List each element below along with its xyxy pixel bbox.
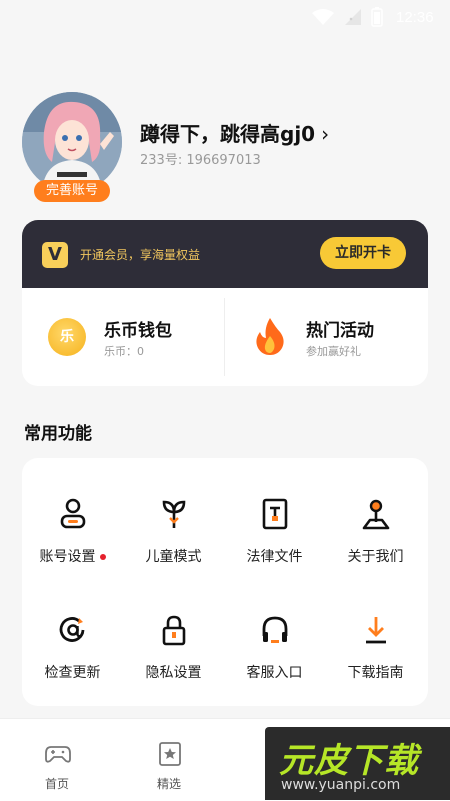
status-time: 12:36	[396, 9, 434, 26]
vip-logo-icon: V	[42, 242, 68, 268]
fire-icon	[256, 318, 284, 355]
avatar-image	[22, 92, 122, 192]
signal-icon	[345, 9, 361, 25]
profile-header: 完善账号 蹲得下，跳得高gj0 › 233号: 196697013	[22, 92, 432, 202]
star-bookmark-icon	[159, 742, 181, 766]
vip-text: 开通会员，享海量权益	[80, 248, 201, 262]
func-label: 检查更新	[44, 665, 101, 681]
func-label: 法律文件	[246, 549, 303, 565]
func-label: 下载指南	[347, 665, 404, 681]
notification-dot	[99, 554, 106, 560]
func-kids-mode[interactable]: 儿童模式	[123, 466, 224, 576]
func-label: 关于我们	[347, 549, 404, 565]
gamepad-icon	[45, 746, 71, 763]
status-bar: 12:36	[0, 0, 450, 36]
user-id: 233号: 196697013	[140, 153, 261, 168]
func-label: 客服入口	[246, 665, 303, 681]
complete-account-badge[interactable]: 完善账号	[34, 180, 110, 202]
username[interactable]: 蹲得下，跳得高gj0 ›	[140, 118, 329, 147]
nav-home[interactable]: 首页	[12, 719, 102, 801]
func-download-guide[interactable]: 下载指南	[325, 582, 426, 692]
open-vip-button[interactable]: 立即开卡	[320, 237, 406, 269]
vip-banner[interactable]: V 开通会员，享海量权益 立即开卡	[22, 220, 428, 288]
nav-label: 精选	[156, 777, 181, 791]
lock-icon	[162, 615, 186, 646]
coin-icon: 乐	[48, 318, 86, 356]
nav-featured[interactable]: 精选	[124, 719, 214, 801]
nav-label: 首页	[44, 777, 69, 791]
wallet-activity-card: 乐 乐币钱包 乐币：0 热门活动 参加赢好礼	[22, 288, 428, 386]
username-text: 蹲得下，跳得高gj0	[140, 122, 316, 146]
function-grid: 账号设置 儿童模式 法律文件 关于我们 检查更新 隐私设置 客服入口 下载指南	[22, 458, 428, 706]
at-refresh-icon	[59, 617, 85, 642]
func-label: 账号设置	[39, 549, 96, 565]
account-icon	[60, 498, 86, 529]
download-icon	[366, 617, 386, 644]
func-privacy[interactable]: 隐私设置	[123, 582, 224, 692]
document-icon	[262, 498, 288, 530]
map-pin-icon	[362, 499, 390, 530]
chevron-right-icon: ›	[321, 122, 330, 146]
func-legal-docs[interactable]: 法律文件	[224, 466, 325, 576]
headphones-icon	[262, 616, 288, 643]
wallet-balance: 乐币：0	[104, 345, 144, 358]
watermark: 元皮下载 www.yuanpi.com	[265, 727, 450, 800]
hot-activity-title[interactable]: 热门活动	[306, 316, 374, 341]
sprout-icon	[162, 500, 186, 528]
wifi-icon	[312, 9, 334, 25]
hot-activity-subtitle: 参加赢好礼	[306, 345, 361, 358]
func-customer-service[interactable]: 客服入口	[224, 582, 325, 692]
func-check-update[interactable]: 检查更新	[22, 582, 123, 692]
section-title: 常用功能	[24, 424, 92, 444]
divider	[224, 298, 225, 376]
watermark-url: www.yuanpi.com	[281, 777, 401, 793]
func-about-us[interactable]: 关于我们	[325, 466, 426, 576]
func-label: 隐私设置	[145, 665, 202, 681]
func-account-settings[interactable]: 账号设置	[22, 466, 123, 576]
wallet-title[interactable]: 乐币钱包	[104, 316, 172, 341]
watermark-title: 元皮下载	[279, 741, 419, 781]
battery-icon	[371, 7, 383, 27]
func-label: 儿童模式	[145, 549, 202, 565]
avatar[interactable]	[22, 92, 122, 192]
